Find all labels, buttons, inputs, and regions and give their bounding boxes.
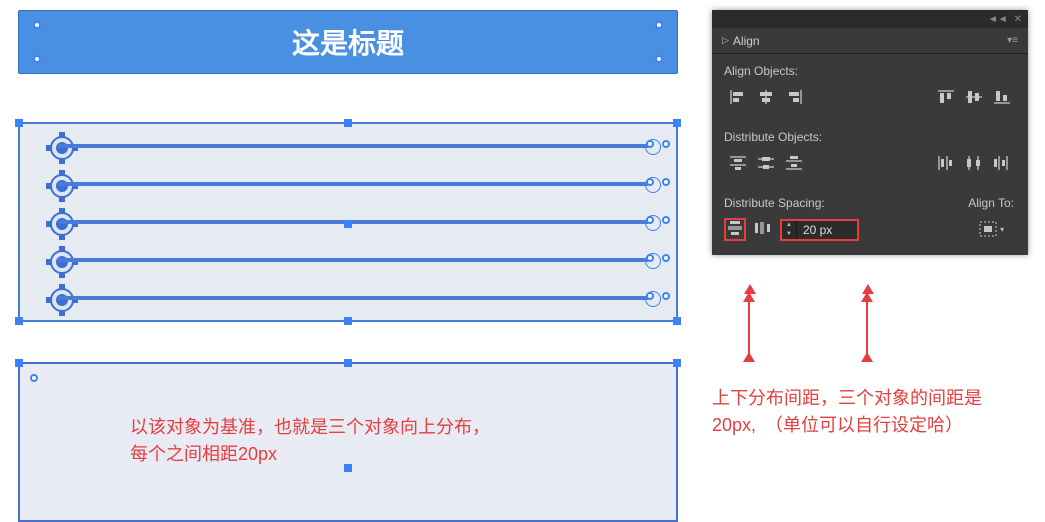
panel-annotation: 上下分布间距，三个对象的间距是 20px, （单位可以自行设定哈） <box>712 385 1032 439</box>
align-bottom-icon[interactable] <box>988 86 1016 108</box>
annotation-arrow <box>866 300 868 360</box>
list-item <box>58 144 648 148</box>
disclosure-icon: ▷ <box>722 35 729 46</box>
tab-align[interactable]: ▷ Align <box>722 34 760 48</box>
title-capsule[interactable]: 这是标题 <box>18 10 678 74</box>
distribute-hcenter-icon[interactable] <box>960 152 988 174</box>
list-bullet <box>50 136 74 160</box>
panel-menu-icon[interactable]: ▾≡ <box>1007 35 1018 46</box>
align-vcenter-icon[interactable] <box>960 86 988 108</box>
panel-titlebar[interactable]: ◄◄ ✕ <box>712 10 1028 28</box>
distribute-right-icon[interactable] <box>988 152 1016 174</box>
list-selection-group[interactable] <box>18 122 678 322</box>
list-item <box>58 258 648 262</box>
align-left-icon[interactable] <box>724 86 752 108</box>
align-to-selection-icon[interactable]: ▾ <box>978 218 1004 240</box>
stepper-up-icon[interactable]: ▲ <box>782 221 796 230</box>
close-icon[interactable]: ✕ <box>1014 14 1022 25</box>
align-panel: ◄◄ ✕ ▷ Align ▾≡ Align Objects: Distribut… <box>712 10 1028 255</box>
distribute-vcenter-icon[interactable] <box>752 152 780 174</box>
align-objects-row <box>712 84 1028 120</box>
distribute-top-icon[interactable] <box>724 152 752 174</box>
list-bullet <box>50 288 74 312</box>
collapse-icon[interactable]: ◄◄ <box>988 14 1008 25</box>
distribute-objects-row <box>712 150 1028 186</box>
vertical-distribute-space-icon[interactable] <box>724 218 746 241</box>
spacing-value-field[interactable]: ▲▼ <box>780 219 859 241</box>
list-item <box>58 296 648 300</box>
align-to-label: Align To: <box>968 196 1014 210</box>
list-bullet <box>50 212 74 236</box>
align-hcenter-icon[interactable] <box>752 86 780 108</box>
annotation-arrow <box>748 300 750 360</box>
distribute-left-icon[interactable] <box>932 152 960 174</box>
list-item <box>58 220 648 224</box>
align-right-icon[interactable] <box>780 86 808 108</box>
align-top-icon[interactable] <box>932 86 960 108</box>
stepper-down-icon[interactable]: ▼ <box>782 230 796 239</box>
distribute-spacing-row: ▲▼ <box>712 216 968 255</box>
distribute-bottom-icon[interactable] <box>780 152 808 174</box>
canvas-annotation: 以该对象为基准，也就是三个对象向上分布， 每个之间相距20px <box>130 414 490 468</box>
canvas-area: 这是标题 以该对象为基准，也就是三个对象向上分布， 每个之间相距20px <box>18 10 683 522</box>
panel-tab-bar: ▷ Align ▾≡ <box>712 28 1028 54</box>
distribute-spacing-label: Distribute Spacing: <box>712 186 968 216</box>
align-objects-label: Align Objects: <box>712 54 1028 84</box>
list-bullet <box>50 174 74 198</box>
content-block[interactable]: 以该对象为基准，也就是三个对象向上分布， 每个之间相距20px <box>18 362 678 522</box>
horizontal-distribute-space-icon[interactable] <box>754 220 772 239</box>
spacing-input[interactable] <box>797 223 857 237</box>
distribute-objects-label: Distribute Objects: <box>712 120 1028 150</box>
tab-label: Align <box>733 34 760 48</box>
list-item <box>58 182 648 186</box>
list-bullet <box>50 250 74 274</box>
title-text: 这是标题 <box>292 22 404 62</box>
